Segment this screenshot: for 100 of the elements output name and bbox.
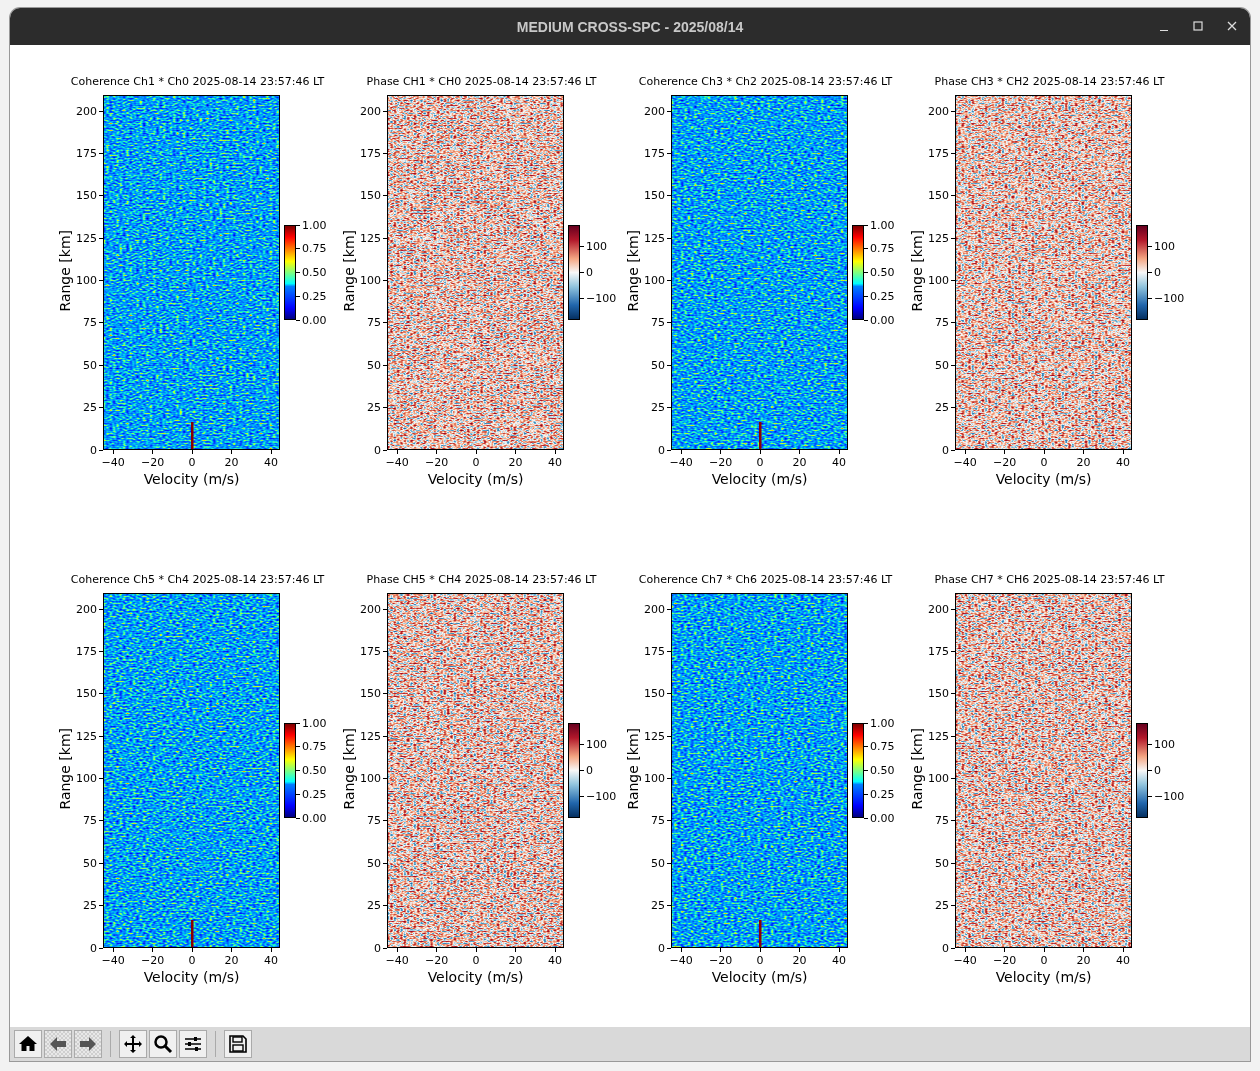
tick-label: 0 [90,443,98,457]
tick-label: −20 [425,954,449,967]
tick-label: 175 [360,644,382,658]
tick-label: 100 [1154,239,1176,253]
tick-label: 75 [83,316,98,330]
axis-label: Velocity (m/s) [142,471,241,488]
tick-label: 200 [76,602,98,616]
tick-label: 0.25 [870,289,895,303]
tick-label: 0 [1040,954,1048,967]
tick-label: 0.25 [302,289,327,303]
axis-label: Range [km] [57,728,74,810]
tick-label: 40 [548,456,563,469]
maximize-icon[interactable] [1192,20,1204,32]
tick-label: 50 [935,856,950,870]
tick-label: 0.25 [302,787,327,801]
axis-label: Range [km] [341,728,358,810]
tick-label: 40 [832,954,847,967]
tick-label: 0 [658,941,666,955]
tick-label: 0.00 [302,811,327,825]
axis-label: Velocity (m/s) [710,471,809,488]
tick-label: 0 [472,954,480,967]
tick-label: 200 [644,602,666,616]
tick-label: 75 [651,814,666,828]
tick-label: −20 [425,456,449,469]
tick-label: 100 [360,274,382,287]
tick-label: 75 [367,316,382,330]
axis-label: Velocity (m/s) [142,969,241,986]
tick-label: 0.25 [870,787,895,801]
tick-label: 0 [942,941,950,955]
tick-label: 175 [644,644,666,658]
tick-label: −20 [709,954,733,967]
plot-title: Phase CH5 * CH4 2025-08-14 23:57:46 LT [365,573,598,587]
home-button[interactable] [14,1030,42,1058]
tick-label: 40 [548,954,563,967]
tick-label: 1.00 [302,218,327,232]
tick-label: −40 [101,456,125,469]
tick-label: 20 [508,954,523,967]
zoom-button[interactable] [149,1030,177,1058]
tick-label: 0 [90,941,98,955]
tick-label: 100 [360,772,382,785]
tick-label: −100 [1154,291,1185,305]
tick-label: 100 [928,274,950,287]
tick-label: 20 [792,954,807,967]
configure-button[interactable] [179,1030,207,1058]
tick-label: 125 [644,729,666,743]
tick-label: 125 [928,729,950,743]
tick-label: −40 [953,456,977,469]
home-icon [18,1034,38,1054]
tick-label: 25 [651,899,666,913]
tick-label: −20 [993,456,1017,469]
tick-label: 200 [928,602,950,616]
tick-label: −40 [101,954,125,967]
tick-label: 0 [942,443,950,457]
tick-label: 0.75 [870,242,895,256]
tick-label: 200 [76,104,98,118]
tick-label: 50 [367,856,382,870]
tick-label: −40 [669,456,693,469]
tick-label: −40 [385,954,409,967]
tick-label: 175 [928,644,950,658]
tick-label: 0 [1154,265,1162,279]
save-button[interactable] [224,1030,252,1058]
tick-label: 0 [658,443,666,457]
tick-label: 0.50 [870,764,895,777]
axis-label: Velocity (m/s) [994,969,1093,986]
tick-label: 0.00 [870,313,895,327]
tick-label: 75 [83,814,98,828]
close-icon[interactable] [1226,20,1238,32]
tick-label: 100 [644,274,666,287]
tick-label: 125 [360,231,382,245]
axis-label: Velocity (m/s) [426,471,525,488]
tick-label: −20 [141,456,165,469]
pan-button[interactable] [119,1030,147,1058]
tick-label: 200 [360,104,382,118]
tick-label: 40 [1116,456,1131,469]
tick-label: 50 [651,358,666,372]
tick-label: 125 [76,231,98,245]
plot-title: Phase CH7 * CH6 2025-08-14 23:57:46 LT [933,573,1166,587]
tick-label: 100 [928,772,950,785]
tick-label: 125 [644,231,666,245]
tick-label: −20 [709,456,733,469]
move-arrows-icon [123,1034,143,1054]
tick-label: 150 [928,687,950,701]
tick-label: 150 [644,687,666,701]
tick-label: 100 [644,772,666,785]
tick-label: 125 [928,231,950,245]
right-arrow-icon [78,1034,98,1054]
tick-label: 50 [83,358,98,372]
tick-label: 150 [76,189,98,203]
tick-label: 0.75 [870,740,895,754]
tick-label: 175 [360,146,382,160]
tick-label: 0 [188,954,196,967]
tick-label: 125 [76,729,98,743]
tick-label: 200 [360,602,382,616]
tick-label: 1.00 [302,716,327,730]
tick-label: 0 [756,954,764,967]
tick-label: −40 [953,954,977,967]
tick-label: 50 [83,856,98,870]
tick-label: 0.75 [302,740,327,754]
tick-label: −20 [993,954,1017,967]
tick-label: 200 [928,104,950,118]
